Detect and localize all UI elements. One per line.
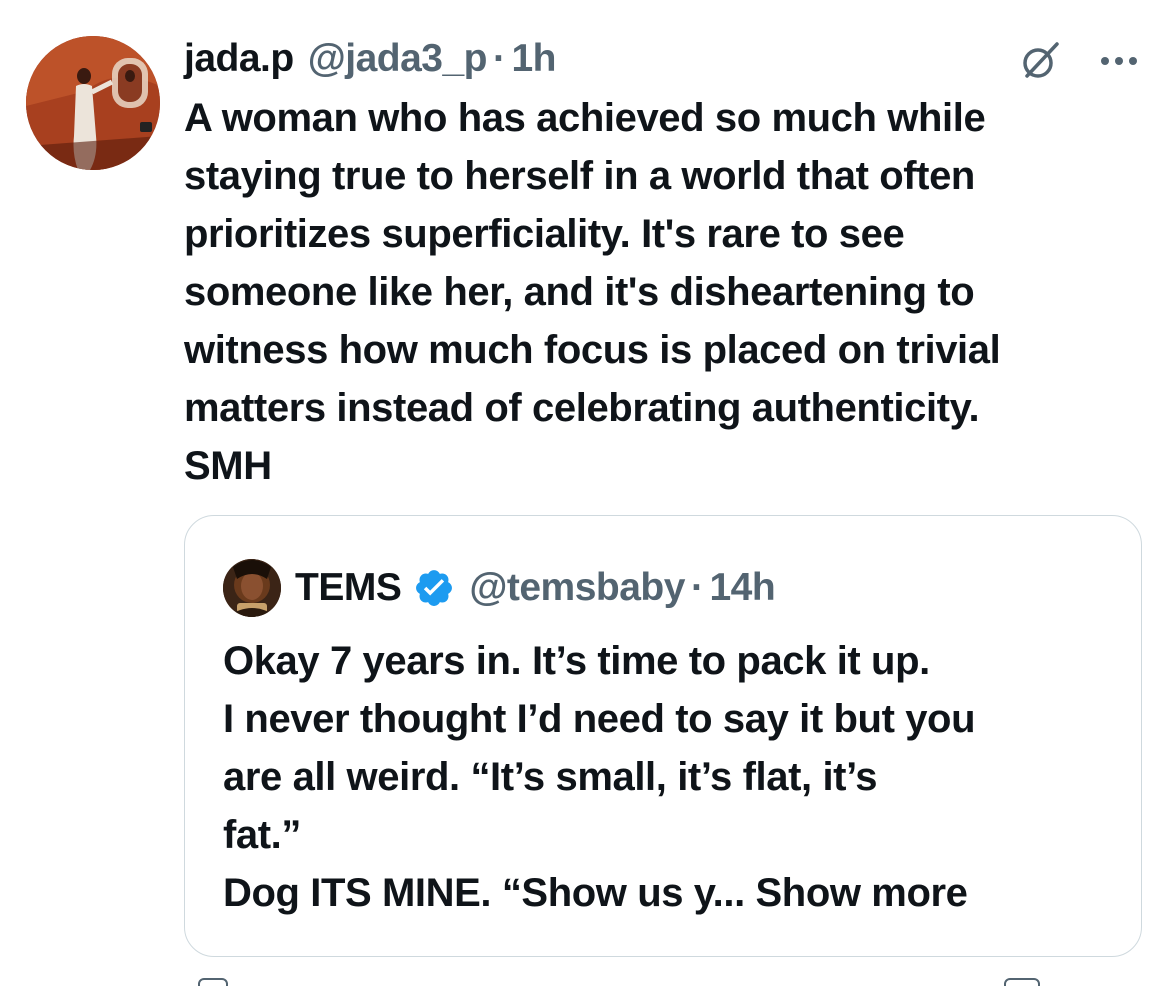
tweet-timestamp[interactable]: 1h [511,37,556,81]
quoted-tweet-body: Okay 7 years in. It’s time to pack it up… [223,632,1123,922]
quoted-author-handle[interactable]: @temsbaby [469,566,685,610]
quoted-author-display-name[interactable]: TEMS [295,566,402,610]
quoted-tweet-header: TEMS @temsbaby · 14h [223,558,776,618]
tweet-body-text: A woman who has achieved so much while s… [184,96,1001,488]
tweet[interactable]: jada.p @jada3_p · 1h A woman who has ach… [0,0,1169,986]
bookmark-icon[interactable] [1004,978,1040,986]
separator-dot: · [492,37,506,80]
reply-icon[interactable] [198,978,228,986]
more-icon[interactable] [1099,55,1139,67]
quoted-tweet-timestamp[interactable]: 14h [709,566,775,610]
tweet-header: jada.p @jada3_p · 1h [184,34,556,84]
grok-icon[interactable] [1017,38,1063,84]
quoted-author-avatar[interactable] [223,559,281,617]
show-more-link[interactable]: Show more [756,871,968,915]
quoted-tweet-card[interactable]: TEMS @temsbaby · 14h Okay 7 years in. It… [184,515,1142,957]
author-avatar-image [26,36,160,170]
separator-dot: · [690,566,704,609]
author-display-name[interactable]: jada.p [184,37,294,81]
tweet-header-actions [1017,38,1139,84]
author-handle[interactable]: @jada3_p [308,37,488,81]
verified-badge-icon [416,570,453,606]
author-avatar[interactable] [26,36,160,170]
quoted-author-avatar-image [223,559,281,617]
